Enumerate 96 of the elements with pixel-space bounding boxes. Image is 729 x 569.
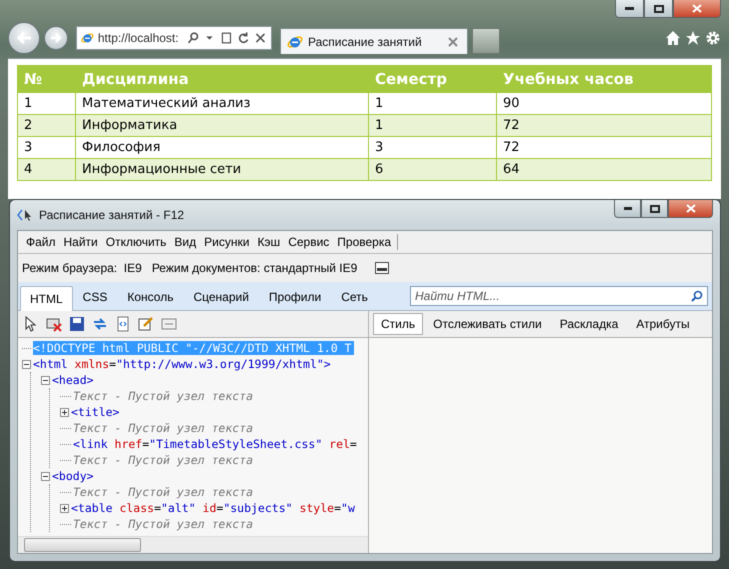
table-cell: 2 [18, 114, 76, 136]
close-icon [692, 4, 702, 13]
table-cell: 1 [18, 92, 76, 114]
tree-node[interactable]: <html xmlns="http://www.w3.org/1999/xhtml"> [33, 357, 331, 371]
collapse-icon[interactable] [41, 376, 50, 384]
tab[interactable]: CSS [72, 284, 118, 310]
back-button[interactable] [8, 22, 40, 54]
text-node[interactable]: Текст - Пустой узел текста [73, 421, 254, 435]
menu-item[interactable]: Вид [170, 235, 200, 249]
text-node[interactable]: Текст - Пустой узел текста [73, 453, 254, 467]
search-field[interactable]: Найти HTML... [410, 286, 708, 306]
tab[interactable]: Сценарий [183, 284, 259, 310]
tree-node[interactable]: <head> [52, 373, 94, 387]
tab[interactable]: Атрибуты [628, 313, 698, 335]
browser-tab[interactable]: Расписание занятий [280, 28, 468, 54]
collapse-icon[interactable] [22, 360, 31, 368]
table-cell: Информационные сети [76, 158, 368, 180]
column-header: Семестр [368, 66, 496, 92]
menu-item[interactable]: Найти [60, 235, 102, 249]
back-arrow-icon [16, 31, 32, 45]
menu-item[interactable]: Отключить [102, 235, 170, 249]
text-node[interactable]: Текст - Пустой узел текста [73, 389, 254, 403]
tab[interactable]: Сеть [331, 284, 378, 310]
clear-icon[interactable] [46, 316, 62, 332]
settings-icon[interactable] [705, 30, 721, 46]
address-bar[interactable]: http://localhost: [76, 26, 272, 50]
tree-node[interactable]: <title> [71, 405, 120, 419]
new-tab-button[interactable] [472, 28, 500, 54]
menu-item[interactable]: Рисунки [200, 235, 254, 249]
minimize-icon [624, 207, 632, 210]
edit-icon[interactable] [138, 316, 154, 332]
expand-icon[interactable] [60, 504, 69, 512]
table-cell: 3 [368, 136, 496, 158]
horizontal-scrollbar[interactable] [18, 536, 368, 553]
refresh-icon[interactable] [237, 30, 250, 46]
close-button[interactable] [668, 200, 713, 218]
table-cell: 6 [368, 158, 496, 180]
column-header: № [18, 66, 76, 92]
outline-icon[interactable] [161, 316, 177, 332]
menu-item[interactable]: Проверка [333, 235, 396, 249]
mode-label[interactable]: Режим документов: стандартный IE9 [152, 261, 358, 275]
table-cell: 1 [368, 92, 496, 114]
minimize-button[interactable] [614, 200, 641, 218]
maximize-icon [654, 4, 664, 12]
tree-node[interactable]: <body> [52, 469, 94, 483]
close-icon [686, 204, 696, 213]
tree-node[interactable]: <link href="TimetableStyleSheet.css" rel= [73, 437, 357, 451]
tab[interactable]: HTML [20, 286, 73, 311]
tree-node[interactable]: <table class="alt" id="subjects" style="w [71, 501, 355, 515]
table-cell: 72 [496, 114, 712, 136]
mode-label[interactable]: Режим браузера: IE9 [22, 261, 142, 275]
tab[interactable]: Консоль [117, 284, 184, 310]
refresh-icon[interactable] [92, 316, 108, 332]
table-cell: 90 [496, 92, 712, 114]
expand-icon[interactable] [60, 408, 69, 416]
text-node[interactable]: Текст - Пустой узел текста [73, 517, 254, 531]
minimize-button[interactable] [615, 0, 644, 18]
forward-button[interactable] [44, 26, 68, 50]
table-cell: 4 [18, 158, 76, 180]
menu-item[interactable]: Файл [22, 235, 60, 249]
column-header: Дисциплина [76, 66, 368, 92]
table-cell: Философия [76, 136, 368, 158]
source-icon[interactable] [115, 316, 131, 332]
browser-logo-icon [287, 34, 303, 50]
restore-button[interactable] [641, 200, 668, 218]
menu-item[interactable]: Сервис [284, 235, 334, 249]
tab[interactable]: Профили [258, 284, 332, 310]
menu-item[interactable]: Кэш [253, 235, 284, 249]
star-icon[interactable] [685, 30, 701, 46]
page-icon[interactable] [220, 30, 234, 46]
column-header: Учебных часов [496, 66, 712, 92]
search-icon[interactable] [186, 30, 200, 46]
home-icon[interactable] [665, 30, 681, 46]
maximize-button[interactable] [644, 0, 673, 18]
collapse-icon[interactable] [41, 472, 50, 480]
cursor-icon[interactable] [23, 316, 39, 332]
restore-icon [650, 204, 660, 212]
table-cell: 3 [18, 136, 76, 158]
minimize-icon [625, 7, 634, 10]
tab[interactable]: Стиль [373, 313, 424, 335]
address-text: http://localhost: [98, 31, 179, 45]
forward-arrow-icon [50, 32, 62, 44]
search-icon[interactable] [691, 290, 703, 302]
save-icon[interactable] [69, 316, 85, 332]
window-title: Расписание занятий - F12 [39, 208, 184, 222]
text-node[interactable]: Текст - Пустой узел текста [73, 485, 254, 499]
table-cell: 72 [496, 136, 712, 158]
close-button[interactable] [673, 0, 721, 18]
devtools-icon [17, 208, 33, 222]
table-cell: Информатика [76, 114, 368, 136]
table-cell: Математический анализ [76, 92, 368, 114]
tab[interactable]: Отслеживать стили [425, 313, 550, 335]
window-icon[interactable] [375, 262, 390, 274]
table-cell: 64 [496, 158, 712, 180]
tab[interactable]: Раскладка [552, 313, 626, 335]
table-cell: 1 [368, 114, 496, 136]
